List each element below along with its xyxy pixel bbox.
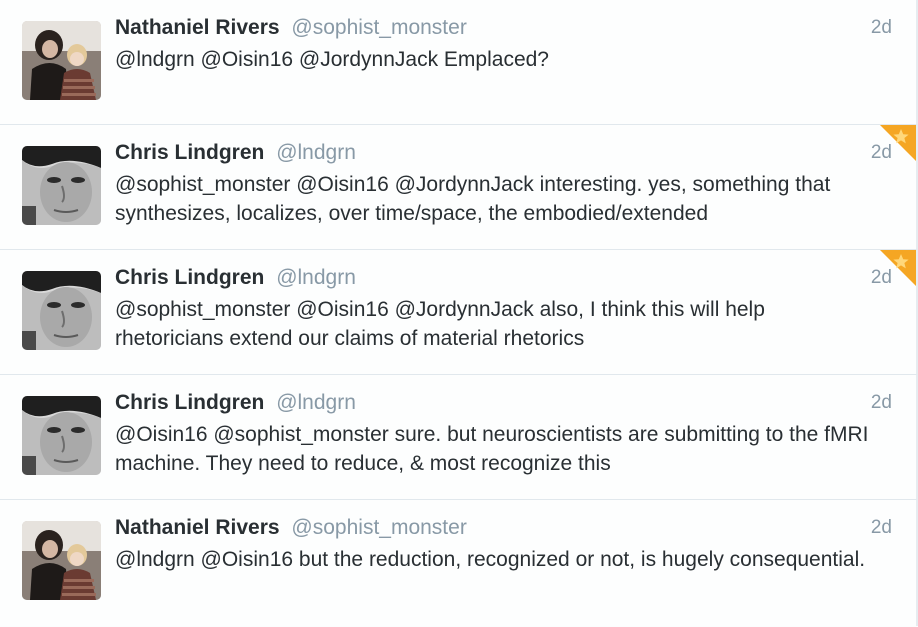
tweet-timeline: Nathaniel Rivers @sophist_monster 2d @ln… bbox=[0, 0, 918, 627]
tweet-timestamp[interactable]: 2d bbox=[871, 514, 892, 542]
tweet-item[interactable]: Nathaniel Rivers @sophist_monster 2d @ln… bbox=[0, 0, 918, 125]
tweet-header: Chris Lindgren @lndgrn bbox=[115, 389, 356, 417]
tweet-text: @lndgrn @Oisin16 @JordynnJack Emplaced? bbox=[115, 48, 549, 71]
avatar[interactable] bbox=[22, 146, 101, 225]
avatar-image bbox=[22, 521, 101, 600]
user-handle[interactable]: @lndgrn bbox=[276, 391, 356, 414]
avatar[interactable] bbox=[22, 396, 101, 475]
avatar-image bbox=[22, 21, 101, 100]
user-handle[interactable]: @lndgrn bbox=[276, 141, 356, 164]
favorite-star-icon bbox=[880, 125, 916, 161]
avatar-image bbox=[22, 146, 101, 225]
tweet-header: Nathaniel Rivers @sophist_monster bbox=[115, 14, 467, 42]
user-fullname[interactable]: Nathaniel Rivers bbox=[115, 16, 280, 39]
user-handle[interactable]: @sophist_monster bbox=[291, 16, 466, 39]
tweet-item[interactable]: Chris Lindgren @lndgrn 2d @sophist_monst… bbox=[0, 250, 918, 375]
user-fullname[interactable]: Chris Lindgren bbox=[115, 141, 264, 164]
avatar[interactable] bbox=[22, 21, 101, 100]
user-handle[interactable]: @lndgrn bbox=[276, 266, 356, 289]
user-fullname[interactable]: Nathaniel Rivers bbox=[115, 516, 280, 539]
user-handle[interactable]: @sophist_monster bbox=[291, 516, 466, 539]
tweet-timestamp[interactable]: 2d bbox=[871, 14, 892, 42]
avatar[interactable] bbox=[22, 521, 101, 600]
tweet-header: Chris Lindgren @lndgrn bbox=[115, 139, 356, 167]
tweet-header: Chris Lindgren @lndgrn bbox=[115, 264, 356, 292]
tweet-item[interactable]: Chris Lindgren @lndgrn 2d @sophist_monst… bbox=[0, 125, 918, 250]
tweet-text: @sophist_monster @Oisin16 @JordynnJack a… bbox=[115, 298, 765, 350]
tweet-timestamp[interactable]: 2d bbox=[871, 389, 892, 417]
user-fullname[interactable]: Chris Lindgren bbox=[115, 266, 264, 289]
favorite-star-icon bbox=[880, 250, 916, 286]
avatar-image bbox=[22, 271, 101, 350]
avatar-image bbox=[22, 396, 101, 475]
tweet-item[interactable]: Chris Lindgren @lndgrn 2d @Oisin16 @soph… bbox=[0, 375, 918, 500]
user-fullname[interactable]: Chris Lindgren bbox=[115, 391, 264, 414]
tweet-text: @lndgrn @Oisin16 but the reduction, reco… bbox=[115, 548, 866, 571]
tweet-header: Nathaniel Rivers @sophist_monster bbox=[115, 514, 467, 542]
tweet-text: @Oisin16 @sophist_monster sure. but neur… bbox=[115, 423, 869, 475]
tweet-item[interactable]: Nathaniel Rivers @sophist_monster 2d @ln… bbox=[0, 500, 918, 626]
avatar[interactable] bbox=[22, 271, 101, 350]
tweet-text: @sophist_monster @Oisin16 @JordynnJack i… bbox=[115, 173, 831, 225]
